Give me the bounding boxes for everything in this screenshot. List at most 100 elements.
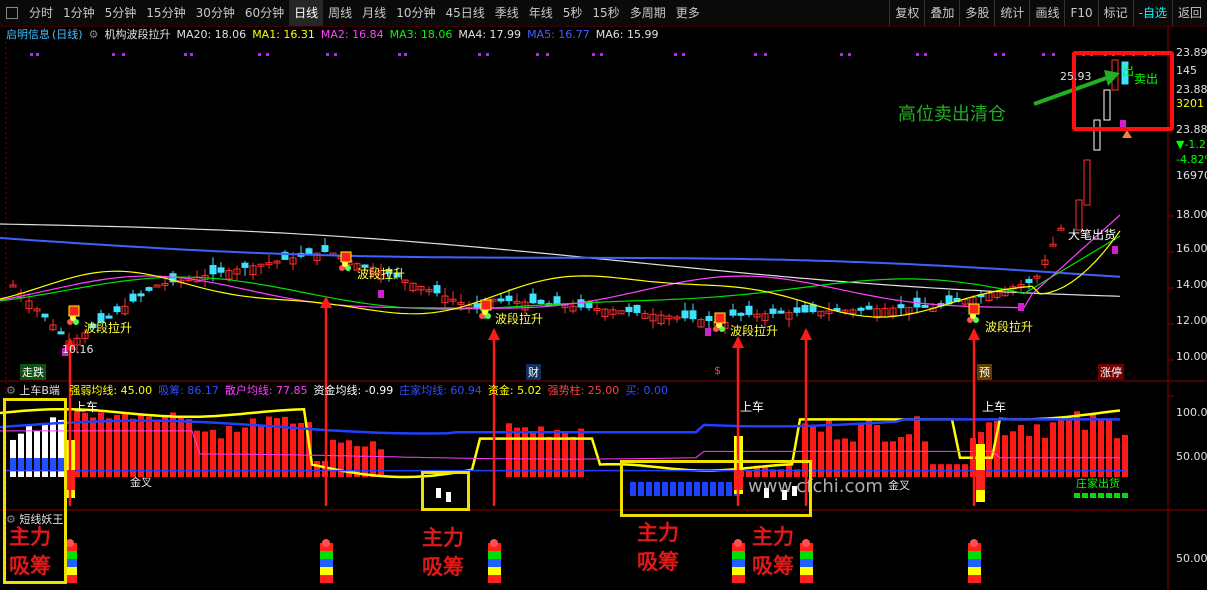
- stack-5-2: [968, 559, 981, 567]
- strength-bar-36: [298, 422, 304, 477]
- candle-body-25: [209, 265, 217, 275]
- signal-dot-24: [916, 53, 919, 56]
- magenta-mark-1: [378, 290, 384, 298]
- sub1-settings-icon[interactable]: ⚙: [6, 384, 16, 397]
- strength-bar-130: [1050, 422, 1056, 477]
- stack-5-1: [968, 567, 981, 575]
- candle-body-61: [497, 298, 505, 302]
- period-tab-14[interactable]: 15秒: [587, 0, 624, 26]
- board-chip-2: 上车: [740, 400, 765, 414]
- signal-dot-8: [326, 53, 329, 56]
- candle-body-92: [745, 305, 753, 315]
- price-axis-label-5: ▼-1.21: [1176, 138, 1207, 151]
- period-tab-16[interactable]: 更多: [671, 0, 705, 26]
- absorb-2-line2: 吸筹: [422, 555, 464, 579]
- strength-bar-114: [922, 441, 928, 477]
- strength-bar-22: [186, 419, 192, 477]
- signal-dot-5: [190, 53, 193, 56]
- toolbar-action-6[interactable]: 标记: [1097, 0, 1133, 26]
- stack-flower-1: [322, 539, 330, 547]
- low-price-label: 10.16: [62, 343, 94, 356]
- period-tab-11[interactable]: 季线: [490, 0, 524, 26]
- wave-marker-0: [68, 305, 80, 317]
- period-tab-7[interactable]: 周线: [323, 0, 357, 26]
- candle-body-62: [505, 295, 513, 302]
- period-tab-8[interactable]: 月线: [357, 0, 391, 26]
- price-axis-label-1: 145: [1176, 64, 1197, 77]
- period-tab-3[interactable]: 15分钟: [141, 0, 190, 26]
- candle-body-78: [633, 304, 641, 314]
- strength-bar-128: [1034, 424, 1040, 477]
- candle-body-12: [105, 315, 113, 319]
- stack-1-1: [320, 567, 333, 575]
- candle-body-100: [809, 304, 817, 313]
- wave-marker-3: [714, 312, 726, 324]
- sell-label: 卖出: [1134, 72, 1159, 86]
- sub2-axis-50: 50.00: [1176, 552, 1207, 565]
- signal-dot-15: [546, 53, 549, 56]
- stock-chart[interactable]: [0, 26, 1207, 590]
- sell-top-label: 出: [1122, 64, 1135, 78]
- toolbar-action-0[interactable]: 复权: [889, 0, 924, 26]
- candle-body-29: [241, 262, 249, 268]
- sub1-legend-7: 买: 0.00: [625, 384, 669, 397]
- toolbar-action-4[interactable]: 画线: [1029, 0, 1064, 26]
- absorb-annotation-4: 主力 吸筹: [752, 523, 794, 581]
- zhuang-dot-6: [1122, 493, 1128, 498]
- period-tab-0[interactable]: 分时: [24, 0, 58, 26]
- sub1-legend-2: 散户均线: 77.85: [224, 384, 308, 397]
- period-tab-5[interactable]: 60分钟: [240, 0, 289, 26]
- sub1-legend-5: 资金: 5.02: [487, 384, 542, 397]
- signal-dot-12: [478, 53, 481, 56]
- candle-body-26: [217, 267, 225, 273]
- absorb-3-line1: 主力: [637, 521, 679, 545]
- strength-bar-64: [522, 427, 528, 477]
- zhuang-dot-0: [1074, 493, 1080, 498]
- period-tab-10[interactable]: 45日线: [440, 0, 489, 26]
- zhuang-dot-5: [1114, 493, 1120, 498]
- sub1-title[interactable]: 上车B端: [19, 384, 60, 397]
- candle-body-13: [113, 306, 121, 313]
- period-tab-6[interactable]: 日线: [289, 0, 324, 26]
- signal-dot-7: [266, 53, 269, 56]
- stack-1-3: [320, 551, 333, 559]
- strength-bar-38: [314, 461, 320, 477]
- stack-flower-3: [734, 539, 742, 547]
- stack-1-2: [320, 559, 333, 567]
- signal-dot-13: [486, 53, 489, 56]
- period-tab-13[interactable]: 5秒: [558, 0, 588, 26]
- toolbar-action-2[interactable]: 多股: [959, 0, 994, 26]
- toolbar-action-5[interactable]: F10: [1064, 0, 1097, 26]
- strength-bar-66: [538, 426, 544, 477]
- period-tab-4[interactable]: 30分钟: [191, 0, 240, 26]
- stack-3-0: [732, 575, 745, 583]
- period-tab-2[interactable]: 5分钟: [100, 0, 142, 26]
- period-tab-1[interactable]: 1分钟: [58, 0, 100, 26]
- signal-dot-6: [258, 53, 261, 56]
- absorb-3-line2: 吸筹: [637, 550, 679, 574]
- candle-body-111: [897, 304, 905, 309]
- window-icon[interactable]: [6, 7, 18, 19]
- strength-bar-17: [146, 416, 152, 477]
- sub1-legend-6: 强势柱: 25.00: [547, 384, 620, 397]
- strength-bar-10: [90, 417, 96, 477]
- sub1-legend: 强弱均线: 45.00 吸筹: 86.17 散户均线: 77.85 资金均线: -0.…: [63, 384, 668, 397]
- period-tab-9[interactable]: 10分钟: [391, 0, 440, 26]
- toolbar-action-3[interactable]: 统计: [994, 0, 1029, 26]
- absorb-1-line1: 主力: [9, 525, 51, 549]
- period-tabs: 分时 1分钟 5分钟 15分钟 30分钟 60分钟 日线 周线 月线 10分钟 45日线 季线 年线 5秒…: [24, 0, 705, 26]
- candle-body-4: [41, 313, 49, 318]
- strength-bar-135: [1090, 413, 1096, 477]
- zhuang-dot-3: [1098, 493, 1104, 498]
- toolbar-action-1[interactable]: 叠加: [924, 0, 959, 26]
- board-marker-red-2: [976, 470, 985, 490]
- period-tab-12[interactable]: 年线: [524, 0, 558, 26]
- toolbar-action-7[interactable]: -自选: [1132, 0, 1172, 26]
- strength-bar-103: [834, 439, 840, 477]
- wave-marker-1: [340, 251, 352, 263]
- signal-dot-16: [592, 53, 595, 56]
- strength-bar-122: [986, 422, 992, 477]
- period-tab-15[interactable]: 多周期: [625, 0, 671, 26]
- absorb-2-line1: 主力: [422, 526, 464, 550]
- toolbar-action-8[interactable]: 返回: [1171, 0, 1207, 26]
